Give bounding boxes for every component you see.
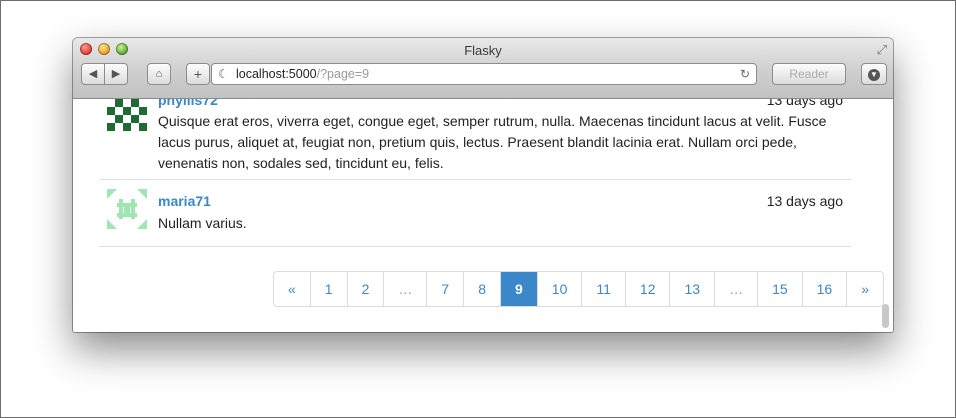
pagination-ellipsis: …	[383, 272, 426, 306]
add-bookmark-button[interactable]: +	[186, 63, 210, 85]
page-link-10[interactable]: 10	[536, 272, 582, 306]
page-content: phyllis72 13 days ago Quisque erat eros,…	[73, 99, 893, 332]
page-link-8[interactable]: 8	[463, 272, 500, 306]
page-link-7[interactable]: 7	[426, 272, 463, 306]
address-bar[interactable]: ☾ localhost:5000/?page=9 ↻	[211, 63, 757, 85]
plus-icon: +	[193, 66, 203, 82]
post-author-link[interactable]: maria71	[158, 193, 211, 209]
post-item: phyllis72 13 days ago Quisque erat eros,…	[99, 99, 851, 180]
window-title: Flasky	[464, 43, 502, 58]
page-link-9[interactable]: 9	[499, 272, 537, 306]
pagination-ellipsis: …	[714, 272, 757, 306]
url-path: /?page=9	[316, 67, 370, 81]
url-text: localhost:5000/?page=9	[236, 64, 369, 84]
post-body: Quisque erat eros, viverra eget, congue …	[158, 113, 827, 171]
page-link-12[interactable]: 12	[624, 272, 670, 306]
home-icon: ⌂	[155, 68, 163, 80]
download-icon: ▼	[868, 69, 880, 81]
fullscreen-icon[interactable]: ⤢	[877, 42, 887, 58]
forward-button[interactable]: ▶	[104, 63, 128, 85]
site-favicon-icon: ☾	[218, 67, 229, 81]
page-link-11[interactable]: 11	[581, 272, 625, 306]
post-date: 13 days ago	[766, 193, 843, 209]
home-button[interactable]: ⌂	[147, 63, 171, 85]
post-item: maria71 13 days ago Nullam varius.	[99, 181, 851, 247]
back-arrow-icon: ◀	[88, 68, 98, 80]
post-author-link[interactable]: phyllis72	[158, 99, 218, 108]
toolbar: ◀ ▶ ⌂ + ☾ localhost:5000/?page=9 ↻ Reade…	[81, 63, 887, 87]
page-link-16[interactable]: 16	[801, 272, 847, 306]
post-body: Nullam varius.	[158, 215, 247, 231]
avatar[interactable]	[107, 189, 147, 229]
post-date: 13 days ago	[766, 99, 843, 108]
page-link-13[interactable]: 13	[669, 272, 714, 306]
title-bar: Flasky ⤢ ◀ ▶ ⌂ + ☾ localhost:5000/?page=…	[73, 38, 893, 99]
page-link-1[interactable]: 1	[309, 272, 347, 306]
page-link-15[interactable]: 15	[757, 272, 802, 306]
page-link-2[interactable]: 2	[346, 272, 384, 306]
scrollbar[interactable]	[882, 304, 889, 328]
downloads-button[interactable]: ▼	[861, 63, 887, 85]
back-button[interactable]: ◀	[81, 63, 105, 85]
browser-window: Flasky ⤢ ◀ ▶ ⌂ + ☾ localhost:5000/?page=…	[73, 38, 893, 332]
pagination: «1 2… 7 8 9 10 11 12 13… 15 16»	[273, 271, 885, 307]
next-page-link[interactable]: »	[846, 272, 883, 306]
reload-icon[interactable]: ↻	[740, 64, 750, 84]
url-host: localhost:5000	[236, 67, 317, 81]
avatar[interactable]	[107, 99, 147, 131]
previous-page-link[interactable]: «	[274, 272, 310, 306]
reader-button[interactable]: Reader	[772, 63, 846, 85]
forward-arrow-icon: ▶	[111, 68, 121, 80]
